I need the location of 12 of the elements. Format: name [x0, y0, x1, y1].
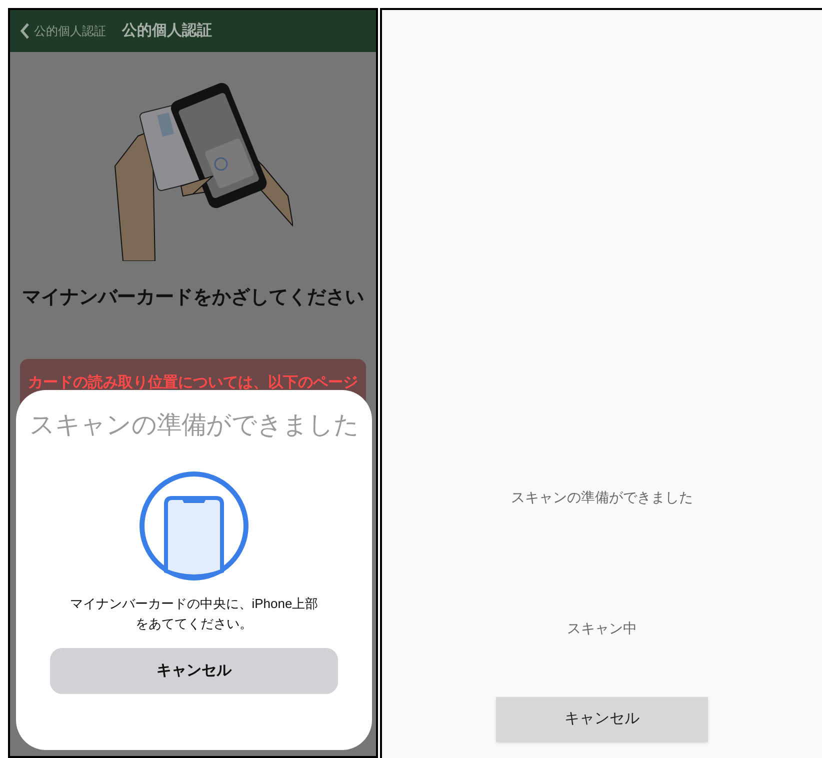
status-text: スキャンの準備ができました — [511, 488, 693, 507]
cancel-button[interactable]: キャンセル — [496, 697, 708, 742]
progress-text: スキャン中 — [567, 619, 637, 638]
nav-title: 公的個人認証 — [122, 20, 212, 41]
back-icon[interactable] — [20, 23, 30, 39]
instruction-text: マイナンバーカードをかざしてください — [21, 286, 365, 310]
notice-text: カードの読み取り位置については、以下のページ — [28, 373, 358, 393]
cancel-button[interactable]: キャンセル — [50, 648, 338, 694]
sheet-title: スキャンの準備ができました — [28, 410, 360, 441]
sheet-message: マイナンバーカードの中央に、iPhone上部をあててください。 — [68, 595, 320, 633]
phone-scan-icon — [138, 470, 250, 582]
back-link[interactable]: 公的個人認証 — [34, 22, 106, 40]
